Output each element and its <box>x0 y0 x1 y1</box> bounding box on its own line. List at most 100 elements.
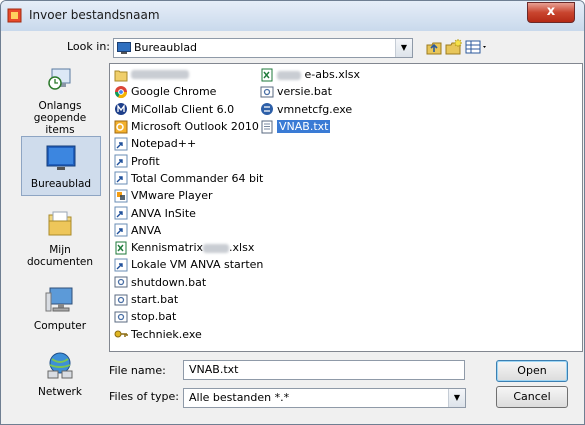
place-my-documents[interactable]: Mijn documenten <box>21 209 99 268</box>
redacted-part <box>203 243 230 253</box>
file-name: VNAB.txt <box>275 119 332 135</box>
excel-file-icon <box>115 241 127 255</box>
file-name-field[interactable]: VNAB.txt <box>183 360 465 380</box>
file-type-value: Alle bestanden *.* <box>189 391 290 404</box>
excel-file-icon <box>261 68 273 82</box>
recent-items-icon <box>48 68 71 90</box>
file-type-label: Files of type: <box>109 390 180 403</box>
user-folder-icon <box>114 70 128 82</box>
list-item[interactable]: shutdown.bat <box>114 274 259 291</box>
open-button[interactable]: Open <box>496 360 568 382</box>
list-item[interactable]: start.bat <box>114 291 259 308</box>
desktop-icon <box>117 42 131 54</box>
list-item[interactable]: ANVA <box>114 222 259 239</box>
shortcut-icon <box>114 154 128 168</box>
place-label: Computer <box>33 320 87 332</box>
cancel-button[interactable]: Cancel <box>496 386 568 408</box>
list-item[interactable]: e-abs.xlsx <box>260 66 400 83</box>
file-name: Techniek.exe <box>131 327 202 341</box>
list-item[interactable]: Total Commander 64 bit <box>114 170 263 187</box>
place-desktop[interactable]: Bureaublad <box>21 136 101 196</box>
place-computer[interactable]: Computer <box>21 285 99 332</box>
close-button[interactable]: x <box>527 2 575 23</box>
file-name: Microsoft Outlook 2010 <box>131 120 259 134</box>
vmnetcfg-exe-icon <box>261 103 273 116</box>
list-item[interactable] <box>114 66 259 83</box>
file-name-value: VNAB.txt <box>189 363 239 376</box>
list-item[interactable]: ANVA InSite <box>114 204 259 221</box>
text-file-icon <box>261 120 273 134</box>
list-item[interactable]: stop.bat <box>114 308 259 325</box>
file-type-combo[interactable]: Alle bestanden *.* ▼ <box>183 388 466 408</box>
list-item[interactable]: Kennismatrix .xlsx <box>114 239 259 256</box>
list-item-selected[interactable]: VNAB.txt <box>260 118 400 135</box>
chevron-down-icon[interactable]: ▼ <box>448 389 465 407</box>
look-in-value: Bureaublad <box>134 41 198 54</box>
redacted-part <box>277 70 301 80</box>
file-name: shutdown.bat <box>131 275 207 289</box>
shortcut-icon <box>114 223 128 237</box>
place-label: Netwerk <box>38 386 82 398</box>
place-label: geopende <box>33 112 87 124</box>
file-name: Notepad++ <box>131 137 197 151</box>
up-folder-icon[interactable] <box>425 38 443 56</box>
list-item[interactable]: Google Chrome <box>114 83 259 100</box>
close-icon: x <box>546 4 556 19</box>
list-item[interactable]: Notepad++ <box>114 135 259 152</box>
look-in-label: Look in: <box>67 40 110 53</box>
list-item[interactable]: vmnetcfg.exe <box>260 101 400 118</box>
file-name: start.bat <box>131 293 179 306</box>
list-item[interactable]: versie.bat <box>260 83 400 100</box>
file-list[interactable]: Google Chrome MiCollab Client 6.0 Micros… <box>109 63 583 352</box>
chrome-shortcut-icon <box>115 85 127 98</box>
batch-file-icon <box>114 311 128 323</box>
redacted-name <box>131 70 189 80</box>
list-item[interactable]: VMware Player <box>114 187 259 204</box>
place-label: Mijn <box>49 244 71 256</box>
batch-file-icon <box>114 276 128 288</box>
file-name: VMware Player <box>131 189 213 203</box>
shortcut-icon <box>114 171 128 185</box>
shortcut-icon <box>114 137 128 151</box>
folder-icon <box>48 211 72 236</box>
list-item[interactable]: Techniek.exe <box>114 325 259 342</box>
file-column-2: e-abs.xlsx versie.bat vmnetcfg.exe VNAB.… <box>260 66 400 135</box>
desktop-icon <box>46 145 76 170</box>
file-name: Google Chrome <box>131 85 217 99</box>
file-name: versie.bat <box>277 85 332 99</box>
file-name: Lokale VM ANVA starten <box>131 258 264 272</box>
micollab-shortcut-icon <box>115 103 127 116</box>
batch-file-icon <box>260 86 274 98</box>
place-recent-items[interactable]: Onlangs geopende items <box>21 65 99 136</box>
list-item[interactable]: MiCollab Client 6.0 <box>114 101 259 118</box>
places-bar: Onlangs geopende items Bureaublad Mijn d… <box>21 63 101 403</box>
title-bar: Invoer bestandsnaam x <box>1 1 584 31</box>
file-name: e-abs.xlsx <box>277 68 360 81</box>
view-menu-icon[interactable] <box>465 38 489 56</box>
file-name: vmnetcfg.exe <box>277 102 353 116</box>
list-item[interactable]: Profit <box>114 152 259 169</box>
place-label: Bureaublad <box>30 178 92 190</box>
file-name: Total Commander 64 bit <box>131 171 264 185</box>
shortcut-icon <box>114 206 128 220</box>
app-icon <box>7 8 22 23</box>
network-icon <box>47 352 73 379</box>
outlook-shortcut-icon <box>114 120 128 134</box>
place-label: Onlangs <box>38 100 82 112</box>
list-item[interactable]: Lokale VM ANVA starten <box>114 256 263 273</box>
look-in-combo[interactable]: Bureaublad ▼ <box>113 38 413 58</box>
place-label: items <box>45 124 75 136</box>
vmware-shortcut-icon <box>114 189 128 203</box>
place-label: documenten <box>26 256 94 268</box>
file-dialog-window: Invoer bestandsnaam x Look in: Bureaubla… <box>0 0 585 425</box>
list-item[interactable]: Microsoft Outlook 2010 <box>114 118 259 135</box>
new-folder-icon[interactable] <box>445 38 463 56</box>
file-name: Profit <box>131 154 160 168</box>
window-title: Invoer bestandsnaam <box>29 8 160 22</box>
file-column-1: Google Chrome MiCollab Client 6.0 Micros… <box>114 66 263 343</box>
file-name: MiCollab Client 6.0 <box>131 102 235 116</box>
key-exe-icon <box>114 330 128 338</box>
file-name: ANVA InSite <box>131 206 196 220</box>
place-network[interactable]: Netwerk <box>21 351 99 398</box>
chevron-down-icon[interactable]: ▼ <box>395 39 412 57</box>
